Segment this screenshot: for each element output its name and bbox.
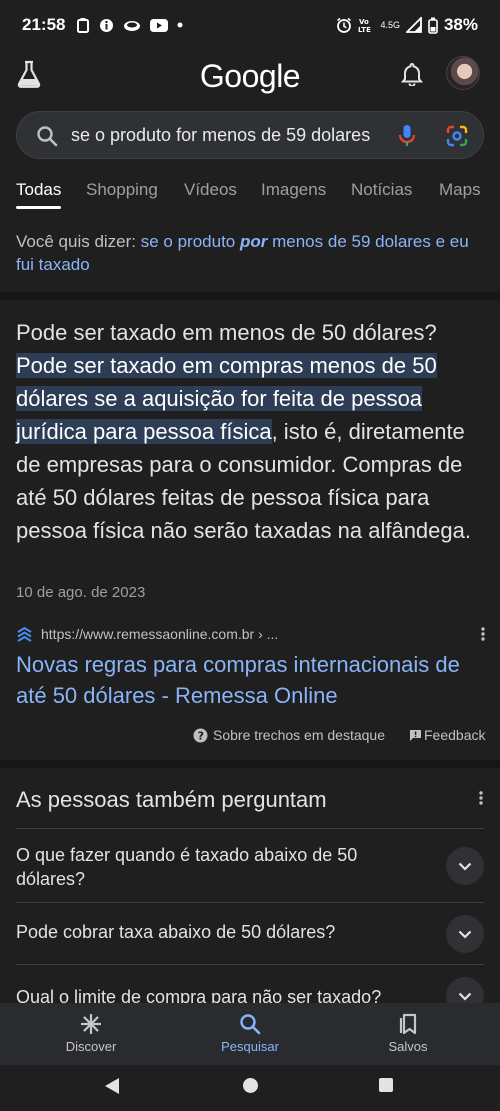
expand-button[interactable] (446, 915, 484, 953)
status-right: Vo LTE 4.5G 38% (336, 15, 478, 35)
search-icon (37, 126, 58, 147)
voice-search-button[interactable] (397, 124, 417, 153)
notification-icons (76, 17, 183, 33)
featured-snippet-text: Pode ser taxado em menos de 50 dólares? … (16, 316, 486, 547)
back-icon[interactable] (104, 1077, 120, 1095)
paa-question[interactable]: Pode cobrar taxa abaixo de 50 dólares? (16, 902, 484, 964)
app-header: Google (0, 54, 500, 106)
nav-salvos-label: Salvos (388, 1039, 428, 1054)
clipboard-icon (77, 18, 89, 33)
snippet-date: 10 de ago. de 2023 (16, 584, 146, 601)
lens-button[interactable] (445, 124, 469, 153)
volte-icon: VoLTE (358, 18, 371, 33)
suggestion-part-1: se o produto (140, 232, 240, 251)
nav-pesquisar[interactable]: Pesquisar (200, 1013, 300, 1054)
chevron-down-icon (458, 862, 472, 871)
did-you-mean: Você quis dizer: se o produto por menos … (16, 230, 486, 276)
dot-icon (177, 22, 183, 28)
section-divider (0, 760, 500, 768)
paa-question[interactable]: O que fazer quando é taxado abaixo de 50… (16, 828, 484, 902)
avatar[interactable] (446, 56, 480, 90)
microphone-icon (398, 125, 416, 146)
source-url: https://www.remessaonline.com.br › ... (41, 626, 279, 642)
bell-icon (400, 62, 424, 87)
network-type: 4.5G (380, 20, 400, 30)
chevron-down-icon (458, 992, 472, 1001)
status-bar: 21:58 Vo LTE 4.5G 38% (0, 0, 500, 54)
remessa-favicon-icon (16, 626, 33, 643)
google-lens-icon (446, 125, 468, 147)
section-divider (0, 292, 500, 300)
nav-discover-label: Discover (65, 1039, 117, 1054)
system-navigation (0, 1065, 500, 1111)
paa-question-text: O que fazer quando é taxado abaixo de 50… (16, 845, 358, 889)
help-icon: ? (193, 728, 208, 742)
snippet-footer: ? Sobre trechos em destaque Feedback (0, 727, 500, 747)
search-query[interactable]: se o produto for menos de 59 dolares (71, 125, 391, 146)
more-options-icon[interactable] (478, 790, 484, 806)
google-logo[interactable]: Google (0, 58, 500, 95)
tab-shopping[interactable]: Shopping (86, 180, 158, 200)
home-icon[interactable] (242, 1077, 259, 1094)
asterisk-icon (81, 1014, 101, 1034)
nav-discover[interactable]: Discover (41, 1013, 141, 1054)
info-icon (100, 18, 113, 32)
tab-noticias[interactable]: Notícias (351, 180, 412, 200)
about-snippets-label: Sobre trechos em destaque (213, 727, 385, 743)
status-time: 21:58 (22, 15, 66, 34)
expand-button[interactable] (446, 847, 484, 885)
bottom-navigation: Discover Pesquisar Salvos (0, 1003, 500, 1065)
tab-maps[interactable]: Maps (439, 180, 481, 200)
did-you-mean-prefix: Você quis dizer: (16, 232, 141, 251)
svg-text:?: ? (198, 729, 204, 742)
about-snippets-link[interactable]: ? Sobre trechos em destaque (193, 727, 385, 743)
paa-question[interactable]: Qual o limite de compra para não ser tax… (16, 964, 484, 1003)
result-title-link[interactable]: Novas regras para compras internacionais… (16, 649, 486, 711)
svg-text:LTE: LTE (358, 26, 371, 33)
signal-icon (405, 17, 422, 33)
recents-icon[interactable] (378, 1077, 394, 1093)
bookmarks-icon (399, 1013, 417, 1035)
suggestion-bold: por (240, 232, 268, 251)
search-tabs: Todas Shopping Vídeos Imagens Notícias M… (0, 180, 500, 212)
paa-question-text: Pode cobrar taxa abaixo de 50 dólares? (16, 922, 336, 942)
svg-text:Vo: Vo (359, 18, 369, 26)
youtube-icon (150, 18, 168, 32)
battery-icon (428, 17, 438, 34)
paa-question-text: Qual o limite de compra para não ser tax… (16, 987, 382, 1003)
chevron-down-icon (458, 930, 472, 939)
tab-imagens[interactable]: Imagens (261, 180, 326, 200)
notifications-button[interactable] (400, 62, 424, 91)
feedback-label: Feedback (424, 727, 486, 743)
search-bar[interactable]: se o produto for menos de 59 dolares (16, 111, 484, 159)
tab-todas[interactable]: Todas (16, 180, 62, 209)
nav-salvos[interactable]: Salvos (358, 1013, 458, 1054)
search-icon (240, 1014, 261, 1035)
snippet-question: Pode ser taxado em menos de 50 dólares? (16, 320, 437, 345)
result-source[interactable]: https://www.remessaonline.com.br › ... (16, 624, 486, 646)
battery-level: 38% (443, 15, 478, 34)
app-icon (124, 21, 140, 31)
more-options-icon[interactable] (480, 626, 486, 642)
tab-videos[interactable]: Vídeos (184, 180, 237, 200)
people-also-ask-title: As pessoas também perguntam (16, 787, 327, 812)
feedback-link[interactable]: Feedback (409, 727, 485, 743)
feedback-icon (410, 729, 421, 741)
nav-pesquisar-label: Pesquisar (221, 1039, 279, 1054)
expand-button[interactable] (446, 977, 484, 1003)
alarm-icon (337, 17, 352, 33)
